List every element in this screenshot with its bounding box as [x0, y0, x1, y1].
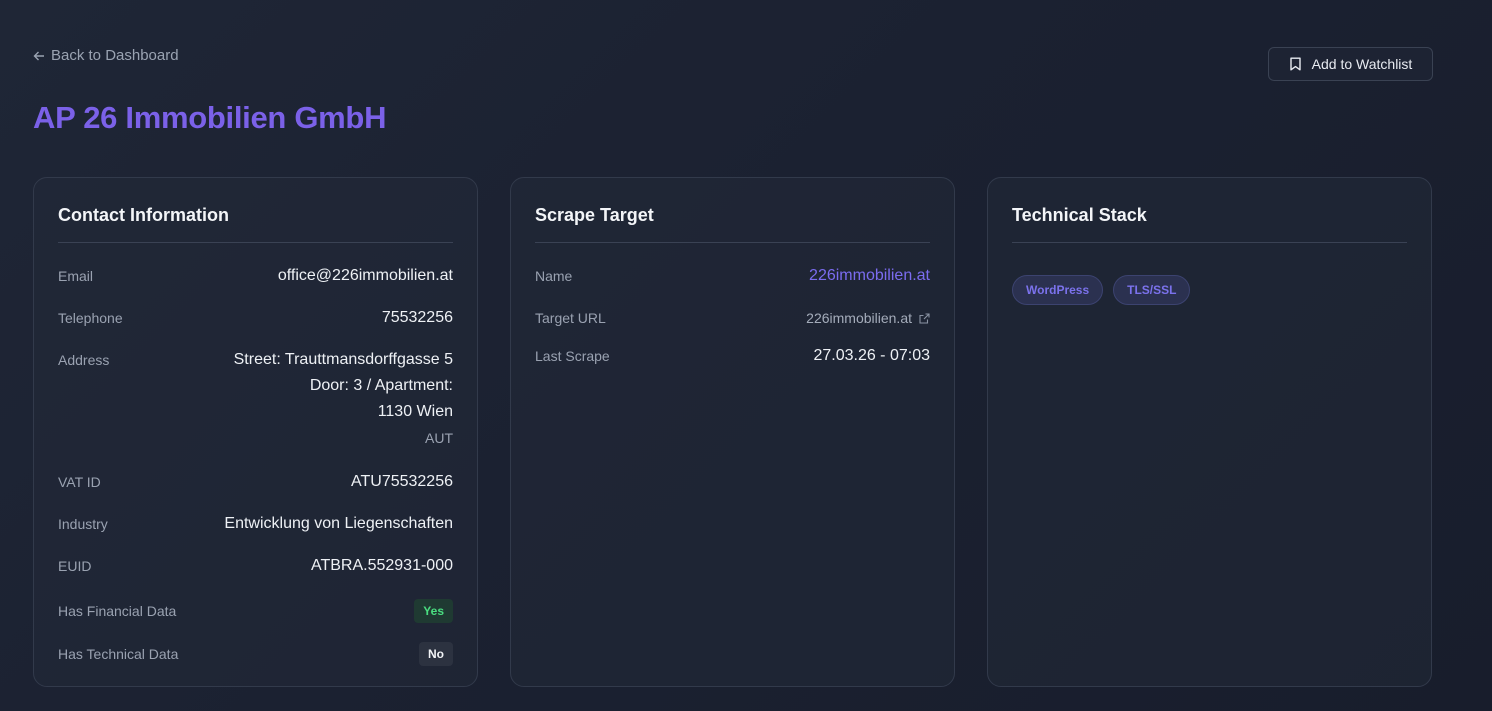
card-title: Technical Stack	[1012, 178, 1407, 243]
financial-data-badge: Yes	[414, 599, 453, 623]
back-link-label: Back to Dashboard	[51, 47, 179, 64]
industry-label: Industry	[58, 516, 108, 532]
technical-data-badge: No	[419, 642, 453, 666]
target-url-text: 226immobilien.at	[806, 310, 912, 326]
address-row: Address Street: Trauttmansdorffgasse 5 D…	[58, 347, 453, 451]
technical-stack-card: Technical Stack WordPress TLS/SSL	[987, 177, 1432, 687]
industry-value: Entwicklung von Liegenschaften	[224, 515, 453, 532]
address-label: Address	[58, 352, 110, 368]
address-country: AUT	[425, 430, 453, 446]
bookmark-icon	[1289, 57, 1301, 71]
address-street: Street: Trauttmansdorffgasse 5	[233, 351, 453, 368]
telephone-label: Telephone	[58, 310, 123, 326]
scrape-name-link[interactable]: 226immobilien.at	[809, 267, 930, 285]
telephone-value: 75532256	[381, 309, 453, 326]
scrape-target-card: Scrape Target Name 226immobilien.at Targ…	[510, 177, 955, 687]
address-city: 1130 Wien	[377, 403, 453, 420]
contact-information-card: Contact Information Email office@226immo…	[33, 177, 478, 687]
watchlist-button-label: Add to Watchlist	[1311, 56, 1413, 72]
industry-row: Industry Entwicklung von Liegenschaften	[58, 515, 453, 533]
add-to-watchlist-button[interactable]: Add to Watchlist	[1268, 47, 1433, 81]
euid-label: EUID	[58, 558, 92, 574]
euid-row: EUID ATBRA.552931-000	[58, 557, 453, 575]
euid-value: ATBRA.552931-000	[310, 557, 453, 574]
email-value: office@226immobilien.at	[277, 267, 453, 284]
technical-data-row: Has Technical Data No	[58, 642, 453, 666]
back-to-dashboard-link[interactable]: Back to Dashboard	[33, 47, 179, 64]
address-value: Street: Trauttmansdorffgasse 5 Door: 3 /…	[234, 347, 453, 451]
target-url-label: Target URL	[535, 310, 606, 326]
target-url-link[interactable]: 226immobilien.at	[806, 309, 930, 327]
email-label: Email	[58, 268, 94, 284]
target-url-row: Target URL 226immobilien.at	[535, 309, 930, 327]
vat-value: ATU75532256	[351, 473, 453, 490]
scrape-name-label: Name	[535, 268, 573, 284]
page-title: AP 26 Immobilien GmbH	[33, 100, 387, 135]
arrow-left-icon	[33, 51, 44, 60]
vat-row: VAT ID ATU75532256	[58, 473, 453, 491]
tech-tags: WordPress TLS/SSL	[1012, 243, 1407, 305]
financial-data-row: Has Financial Data Yes	[58, 599, 453, 623]
last-scrape-value: 27.03.26 - 07:03	[813, 347, 930, 364]
telephone-row: Telephone 75532256	[58, 309, 453, 327]
technical-data-label: Has Technical Data	[58, 646, 179, 662]
external-link-icon	[919, 312, 930, 324]
last-scrape-label: Last Scrape	[535, 348, 610, 364]
vat-label: VAT ID	[58, 474, 101, 490]
last-scrape-row: Last Scrape 27.03.26 - 07:03	[535, 347, 930, 365]
tech-tag-wordpress: WordPress	[1012, 275, 1104, 305]
card-title: Contact Information	[58, 178, 453, 243]
email-row: Email office@226immobilien.at	[58, 267, 453, 285]
card-title: Scrape Target	[535, 178, 930, 243]
address-door: Door: 3 / Apartment:	[309, 377, 453, 394]
financial-data-label: Has Financial Data	[58, 603, 177, 619]
tech-tag-tls-ssl: TLS/SSL	[1113, 275, 1191, 305]
scrape-name-row: Name 226immobilien.at	[535, 267, 930, 285]
